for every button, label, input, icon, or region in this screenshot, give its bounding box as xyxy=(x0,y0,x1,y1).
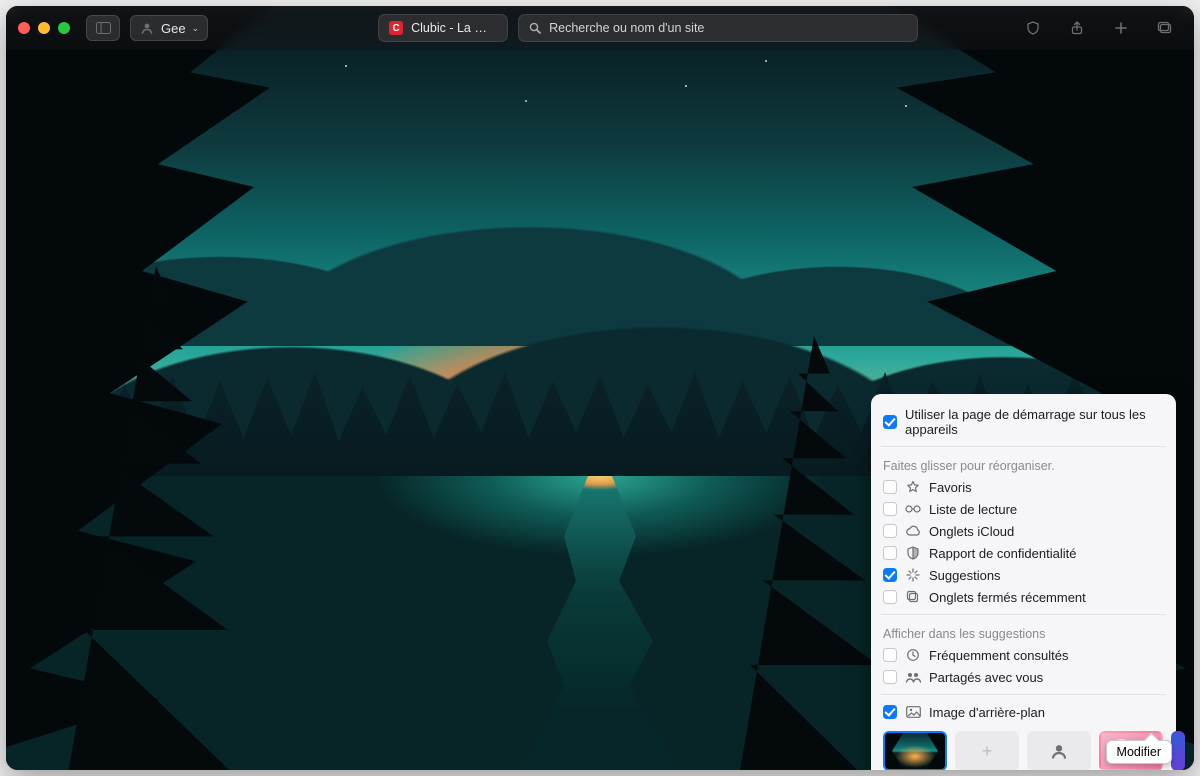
suggestions-checkbox[interactable] xyxy=(883,568,897,582)
frequently-visited-checkbox[interactable] xyxy=(883,648,897,662)
toolbar: Gee ⌄ C Clubic - La meill… Recherche ou … xyxy=(6,6,1194,50)
tab-overview-button[interactable] xyxy=(1148,15,1182,41)
tab-overview-icon xyxy=(1157,20,1173,36)
privacy-report-checkbox[interactable] xyxy=(883,546,897,560)
share-icon xyxy=(1069,20,1085,36)
plus-icon xyxy=(1113,20,1129,36)
sidebar-toggle-button[interactable] xyxy=(86,15,120,41)
chevron-down-icon: ⌄ xyxy=(192,23,200,34)
suggestions-row[interactable]: Suggestions xyxy=(883,564,1164,586)
zoom-window-button[interactable] xyxy=(58,22,70,34)
divider xyxy=(881,694,1166,695)
favorites-row[interactable]: Favoris xyxy=(883,476,1164,498)
reorder-hint-label: Faites glisser pour réorganiser. xyxy=(883,453,1164,476)
shield-half-icon xyxy=(905,545,921,561)
shared-with-you-label: Partagés avec vous xyxy=(929,670,1043,685)
minimize-window-button[interactable] xyxy=(38,22,50,34)
recently-closed-label: Onglets fermés récemment xyxy=(929,590,1086,605)
tab-favicon: C xyxy=(389,21,403,35)
suggestions-label: Suggestions xyxy=(929,568,1001,583)
background-image-checkbox[interactable] xyxy=(883,705,897,719)
favorites-checkbox[interactable] xyxy=(883,480,897,494)
background-thumb-profile[interactable] xyxy=(1027,731,1091,770)
address-search-field[interactable]: Recherche ou nom d'un site xyxy=(518,14,918,42)
sidebar-icon xyxy=(95,20,111,36)
modify-button-label: Modifier xyxy=(1117,745,1161,759)
background-image-row[interactable]: Image d'arrière-plan xyxy=(883,701,1164,723)
favorites-label: Favoris xyxy=(929,480,972,495)
sync-start-page-label: Utiliser la page de démarrage sur tous l… xyxy=(905,407,1164,437)
window-controls xyxy=(18,22,70,34)
icloud-tabs-row[interactable]: Onglets iCloud xyxy=(883,520,1164,542)
address-placeholder: Recherche ou nom d'un site xyxy=(549,21,704,35)
frequently-visited-label: Fréquemment consultés xyxy=(929,648,1068,663)
clock-icon xyxy=(905,647,921,663)
recently-closed-checkbox[interactable] xyxy=(883,590,897,604)
start-page-settings-popover: Utiliser la page de démarrage sur tous l… xyxy=(871,394,1176,770)
plus-icon: + xyxy=(982,741,993,762)
background-thumb-preview xyxy=(885,733,945,769)
reading-list-row[interactable]: Liste de lecture xyxy=(883,498,1164,520)
privacy-report-row[interactable]: Rapport de confidentialité xyxy=(883,542,1164,564)
privacy-report-button[interactable] xyxy=(1016,15,1050,41)
frequently-visited-row[interactable]: Fréquemment consultés xyxy=(883,644,1164,666)
shared-with-you-checkbox[interactable] xyxy=(883,670,897,684)
square-on-square-icon xyxy=(905,589,921,605)
shield-icon xyxy=(1025,20,1041,36)
sparkle-icon xyxy=(905,567,921,583)
recently-closed-row[interactable]: Onglets fermés récemment xyxy=(883,586,1164,608)
icloud-tabs-label: Onglets iCloud xyxy=(929,524,1014,539)
star-icon xyxy=(905,479,921,495)
background-thumb-add[interactable]: + xyxy=(955,731,1019,770)
glasses-icon xyxy=(905,501,921,517)
profile-menu-button[interactable]: Gee ⌄ xyxy=(130,15,208,41)
divider xyxy=(881,446,1166,447)
divider xyxy=(881,614,1166,615)
reading-list-checkbox[interactable] xyxy=(883,502,897,516)
shared-with-you-row[interactable]: Partagés avec vous xyxy=(883,666,1164,688)
close-window-button[interactable] xyxy=(18,22,30,34)
people-icon xyxy=(905,669,921,685)
share-button[interactable] xyxy=(1060,15,1094,41)
reading-list-label: Liste de lecture xyxy=(929,502,1017,517)
icloud-tabs-checkbox[interactable] xyxy=(883,524,897,538)
privacy-report-label: Rapport de confidentialité xyxy=(929,546,1076,561)
browser-tab[interactable]: C Clubic - La meill… xyxy=(378,14,508,42)
browser-window: Gee ⌄ C Clubic - La meill… Recherche ou … xyxy=(6,6,1194,770)
person-icon xyxy=(139,20,155,36)
background-image-label: Image d'arrière-plan xyxy=(929,705,1045,720)
background-thumb-preset-2[interactable] xyxy=(1171,731,1185,770)
sync-start-page-checkbox[interactable] xyxy=(883,415,897,429)
profile-name-label: Gee xyxy=(161,21,186,36)
cloud-icon xyxy=(905,523,921,539)
modify-button[interactable]: Modifier xyxy=(1106,740,1172,764)
tab-title-label: Clubic - La meill… xyxy=(411,21,497,35)
new-tab-button[interactable] xyxy=(1104,15,1138,41)
search-icon xyxy=(529,22,541,34)
background-thumb-current[interactable]: × xyxy=(883,731,947,770)
sync-start-page-row[interactable]: Utiliser la page de démarrage sur tous l… xyxy=(883,404,1164,440)
person-icon xyxy=(1051,743,1067,759)
suggestions-section-header: Afficher dans les suggestions xyxy=(883,621,1164,644)
image-icon xyxy=(905,704,921,720)
